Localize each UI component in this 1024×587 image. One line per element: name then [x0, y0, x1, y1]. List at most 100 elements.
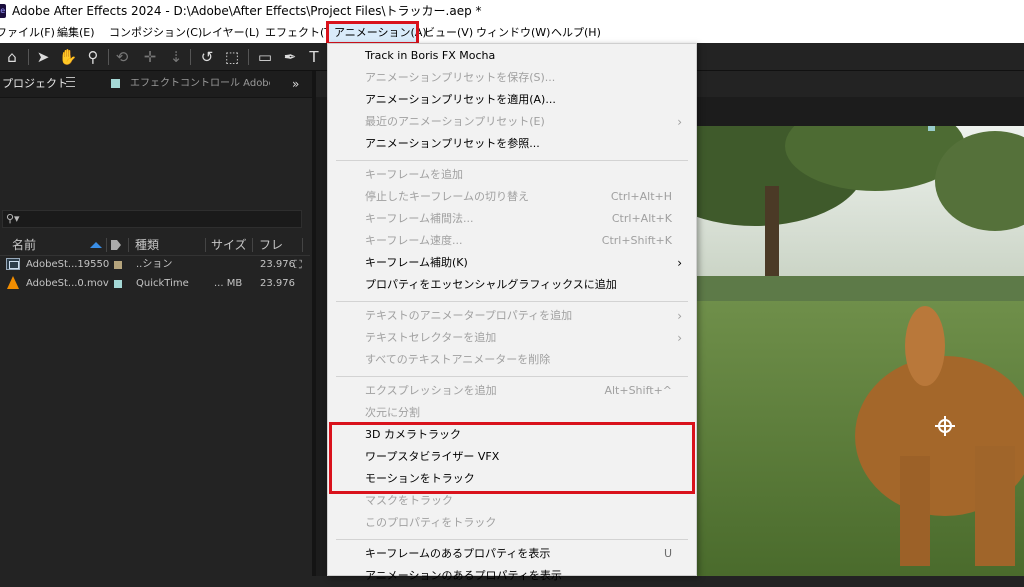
tab-effect-controls[interactable]: エフェクトコントロール AdobeSt — [130, 71, 270, 97]
menu-help[interactable]: ヘルプ(H) — [551, 22, 601, 43]
item-name: AdobeSt...0.mov — [26, 278, 109, 289]
menu-item[interactable]: テキストのアニメータープロパティを追加 › — [328, 305, 696, 327]
menu-edit-label: 編集(E) — [57, 26, 95, 39]
project-item-row[interactable]: AdobeSt...0.mov QuickTime ... MB 23.976 — [0, 274, 310, 293]
menu-separator — [336, 301, 688, 302]
zoom-icon[interactable]: ⚲ — [82, 46, 104, 68]
menu-window[interactable]: ウィンドウ(W) — [476, 22, 550, 43]
label-color-swatch — [111, 79, 120, 88]
region-icon[interactable]: ⬚ — [221, 46, 243, 68]
panel-overflow-icon[interactable]: » — [292, 71, 299, 97]
label-tag-icon[interactable] — [111, 240, 121, 250]
menu-item[interactable]: アニメーションプリセットを参照... — [328, 133, 696, 155]
footage-cone-icon — [7, 276, 19, 289]
column-divider — [302, 238, 303, 252]
menu-item[interactable]: 最近のアニメーションプリセット(E) › — [328, 111, 696, 133]
menu-composition[interactable]: コンポジション(C) — [109, 22, 202, 43]
menu-item-label: Track in Boris FX Mocha — [365, 49, 496, 62]
flowchart-icon[interactable]: ⛶ — [294, 258, 302, 271]
menu-edit[interactable]: 編集(E) — [57, 22, 102, 43]
sort-ascending-icon[interactable] — [90, 242, 102, 248]
menu-item[interactable]: すべてのテキストアニメーターを削除 — [328, 349, 696, 371]
column-divider — [252, 238, 253, 252]
project-search-input[interactable]: ⚲▾ — [2, 210, 302, 228]
menu-item[interactable]: キーフレーム速度... Ctrl+Shift+K — [328, 230, 696, 252]
menu-item[interactable]: 停止したキーフレームの切り替え Ctrl+Alt+H — [328, 186, 696, 208]
menu-item[interactable]: モーションをトラック — [328, 468, 696, 490]
menu-file[interactable]: ファイル(F) — [0, 22, 55, 43]
menu-item-label: すべてのテキストアニメーターを削除 — [365, 353, 551, 366]
menu-view[interactable]: ビュー(V) — [424, 22, 473, 43]
column-frame-rate[interactable]: フレ — [259, 235, 283, 255]
menu-view-label: ビュー(V) — [424, 26, 474, 39]
menu-item[interactable]: このプロパティをトラック — [328, 512, 696, 534]
pen-icon[interactable]: ✒ — [279, 46, 301, 68]
column-size[interactable]: サイズ — [211, 235, 247, 255]
after-effects-logo-icon: Ae — [0, 4, 6, 18]
menu-item-label: このプロパティをトラック — [365, 516, 497, 529]
label-color-swatch[interactable] — [114, 261, 122, 269]
project-panel: プロジェクト エフェクトコントロール AdobeSt » ⚲▾ 名前 種類 サイ… — [0, 71, 313, 576]
menu-help-label: ヘルプ(H) — [551, 26, 601, 39]
item-name: AdobeSt...19550 — [26, 259, 110, 270]
menu-item[interactable]: アニメーションプリセットを保存(S)... — [328, 67, 696, 89]
menu-item[interactable]: キーフレーム補間法... Ctrl+Alt+K — [328, 208, 696, 230]
pan-behind-icon[interactable]: ✛ — [139, 46, 161, 68]
menu-layer[interactable]: レイヤー(L) — [201, 22, 259, 43]
orbit-icon[interactable]: ⟲ — [111, 46, 133, 68]
item-type: QuickTime — [136, 278, 189, 289]
menu-item-label: テキストのアニメータープロパティを追加 — [365, 309, 573, 322]
video-frame-image — [695, 126, 1024, 576]
menu-animation[interactable]: アニメーション(A) — [329, 22, 427, 43]
menu-item-shortcut: Ctrl+Shift+K — [601, 234, 672, 247]
panel-menu-icon[interactable] — [66, 77, 75, 87]
rectangle-icon[interactable]: ▭ — [254, 46, 276, 68]
anchor-handle[interactable] — [928, 126, 935, 131]
menu-item[interactable]: キーフレーム補助(K) › — [328, 252, 696, 274]
panel-tab-bar: プロジェクト エフェクトコントロール AdobeSt » — [0, 71, 312, 98]
menu-item-label: マスクをトラック — [365, 494, 453, 507]
hand-icon[interactable]: ✋ — [57, 46, 79, 68]
menu-item-label: プロパティをエッセンシャルグラフィックスに追加 — [365, 278, 617, 291]
project-column-header: 名前 種類 サイズ フレ — [0, 235, 310, 256]
type-icon[interactable]: T — [303, 46, 325, 68]
menu-item[interactable]: マスクをトラック — [328, 490, 696, 512]
search-icon: ⚲▾ — [6, 212, 20, 225]
menu-item[interactable]: 3D カメラトラック — [328, 424, 696, 446]
menu-item[interactable]: プロパティをエッセンシャルグラフィックスに追加 — [328, 274, 696, 296]
menu-item[interactable]: エクスプレッションを追加 Alt+Shift+^ — [328, 380, 696, 402]
column-name[interactable]: 名前 — [12, 235, 36, 255]
menu-animation-label: アニメーション(A) — [334, 26, 427, 39]
menu-item-shortcut: Ctrl+Alt+K — [611, 212, 672, 225]
column-type[interactable]: 種類 — [135, 235, 159, 255]
menu-item[interactable]: アニメーションプリセットを適用(A)... — [328, 89, 696, 111]
home-icon[interactable]: ⌂ — [1, 46, 23, 68]
menu-item[interactable]: Track in Boris FX Mocha — [328, 45, 696, 67]
menu-item[interactable]: キーフレームのあるプロパティを表示 U — [328, 543, 696, 565]
menu-item[interactable]: アニメーションのあるプロパティを表示 — [328, 565, 696, 587]
track-point-icon[interactable] — [935, 416, 955, 436]
rotate-icon[interactable]: ↺ — [196, 46, 218, 68]
dolly-icon[interactable]: ⇣ — [165, 46, 187, 68]
label-color-swatch[interactable] — [114, 280, 122, 288]
menu-item-label: 最近のアニメーションプリセット(E) — [365, 115, 545, 128]
menu-item-label: アニメーションプリセットを参照... — [365, 137, 540, 150]
menu-composition-label: コンポジション(C) — [109, 26, 203, 39]
item-type: ..ション — [136, 259, 173, 270]
item-frame-rate: 23.976 — [260, 278, 295, 289]
menu-item[interactable]: ワープスタビライザー VFX — [328, 446, 696, 468]
menu-item[interactable]: 次元に分割 — [328, 402, 696, 424]
item-frame-rate: 23.976 — [260, 259, 295, 270]
menu-item[interactable]: テキストセレクターを追加 › — [328, 327, 696, 349]
tab-project[interactable]: プロジェクト — [2, 71, 68, 97]
selection-arrow-icon[interactable]: ➤ — [32, 46, 54, 68]
menu-effect[interactable]: エフェクト(T) — [265, 22, 335, 43]
column-divider — [128, 238, 129, 252]
menu-separator — [336, 376, 688, 377]
animation-dropdown-menu: Track in Boris FX Mocha アニメーションプリセットを保存(S… — [327, 43, 697, 582]
menu-item[interactable]: キーフレームを追加 — [328, 164, 696, 186]
composition-viewer[interactable] — [695, 126, 1024, 576]
project-item-row[interactable]: AdobeSt...19550 ..ション 23.976 ⛶ — [0, 255, 310, 274]
toolbar-divider — [248, 49, 249, 65]
menu-file-label: ファイル(F) — [0, 26, 55, 39]
